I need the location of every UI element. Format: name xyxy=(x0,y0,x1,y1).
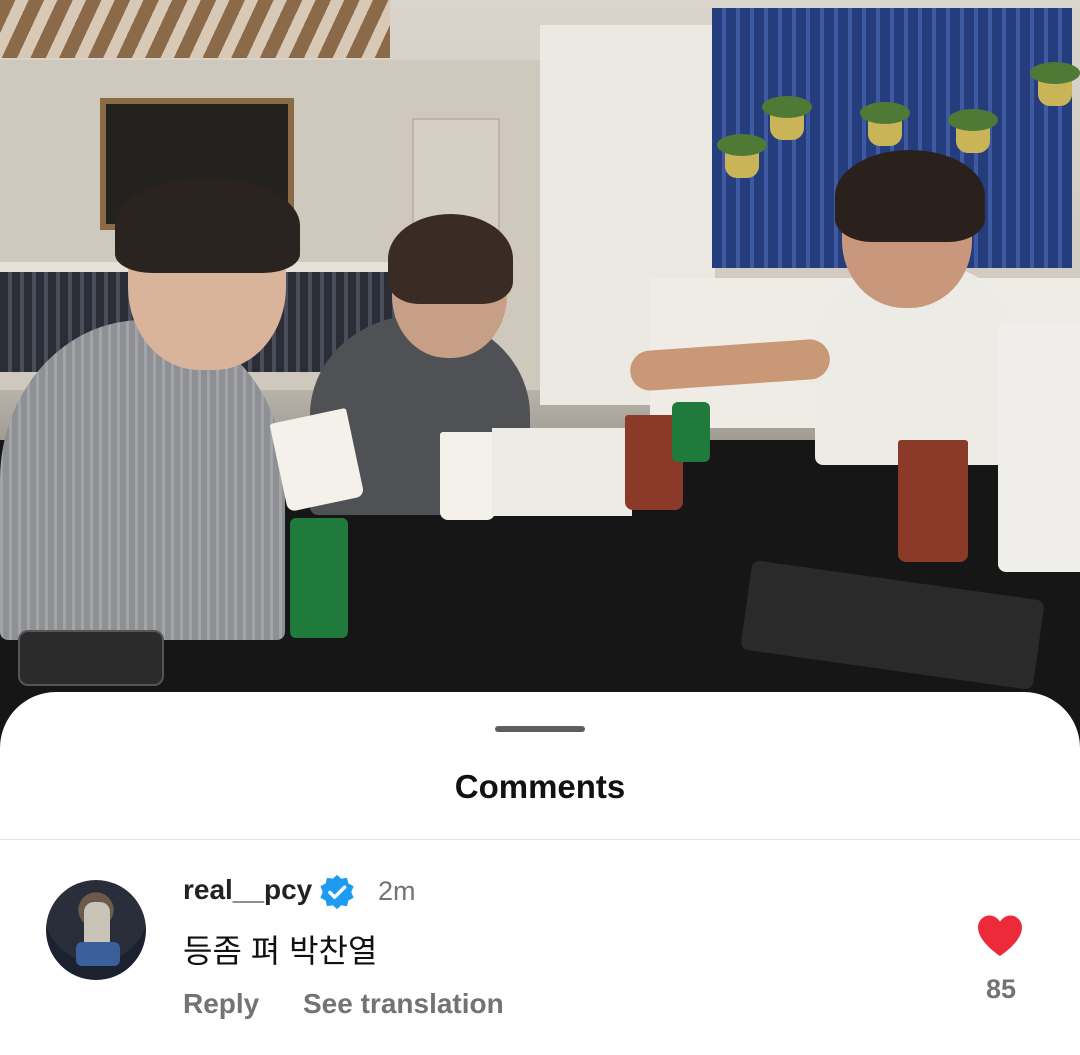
photo-person-hair xyxy=(835,150,985,242)
avatar-figure-legs xyxy=(76,942,120,966)
photo-person-hair xyxy=(388,214,513,304)
sheet-title: Comments xyxy=(454,768,626,805)
photo-coffee-cup xyxy=(898,440,968,562)
reply-button[interactable]: Reply xyxy=(183,988,259,1020)
photo-phone xyxy=(18,630,164,686)
see-translation-button[interactable]: See translation xyxy=(303,988,504,1020)
photo-plant xyxy=(1030,62,1080,106)
photo-plant xyxy=(762,96,812,140)
photo-food-box xyxy=(492,428,632,516)
photo-plant xyxy=(860,102,910,146)
photo-ceiling xyxy=(0,0,390,58)
photo-soda-can xyxy=(672,402,710,462)
drag-handle[interactable] xyxy=(495,726,585,732)
comments-sheet: Comments real__pcy 2m 등좀 펴 박찬열 Reply See… xyxy=(0,692,1080,1055)
comment-username[interactable]: real__pcy xyxy=(183,874,312,906)
photo-soda-can xyxy=(290,518,348,638)
comment-item: real__pcy 2m 등좀 펴 박찬열 Reply See translat… xyxy=(0,840,1080,1055)
like-count: 85 xyxy=(985,974,1017,1004)
photo-paper-bag xyxy=(998,322,1080,572)
photo-cup xyxy=(440,432,495,520)
post-photo xyxy=(0,0,1080,760)
comment-timestamp: 2m xyxy=(378,876,416,906)
heart-icon[interactable] xyxy=(976,914,1024,958)
photo-person xyxy=(0,320,285,640)
avatar[interactable] xyxy=(46,880,146,980)
verified-badge-icon xyxy=(320,874,354,910)
photo-plant xyxy=(717,134,767,178)
photo-plant xyxy=(948,109,998,153)
photo-person-hair xyxy=(115,178,300,273)
comment-text: 등좀 펴 박찬열 xyxy=(183,933,378,969)
